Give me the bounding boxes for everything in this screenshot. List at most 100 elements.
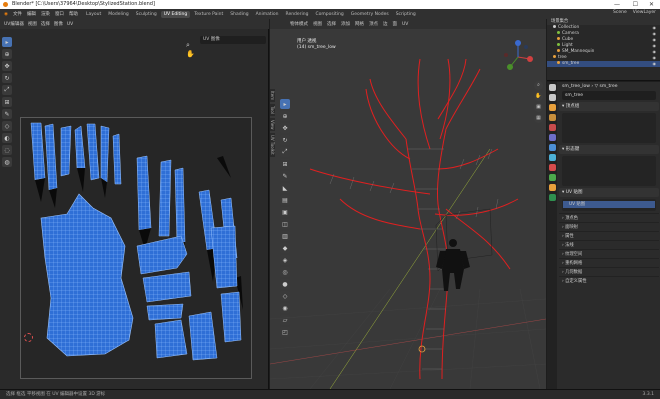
collapsed-panel[interactable]: › 面映射: [559, 222, 659, 231]
properties-tab-icon[interactable]: [549, 184, 556, 191]
rotate-tool-icon[interactable]: ↻: [2, 73, 12, 83]
transform-tool-icon[interactable]: ⊞: [2, 97, 12, 107]
collapsed-panel[interactable]: › 纹理空间: [559, 249, 659, 258]
collapsed-panel[interactable]: › 属性: [559, 231, 659, 240]
outliner-item-label: tree: [558, 55, 567, 60]
object-type-icon: [557, 61, 560, 64]
object-type-icon: [553, 55, 556, 58]
mesh-name-field[interactable]: sm_tree: [562, 91, 656, 100]
properties-tab-icon[interactable]: [549, 134, 556, 141]
uv-map-item[interactable]: UV 贴图: [563, 201, 655, 208]
tab-geometry-nodes[interactable]: Geometry Nodes: [348, 11, 392, 18]
outliner-rows: Collection ◉ Camera ◉ Cube ◉ Light ◉ SM_Mannequi…: [547, 25, 660, 67]
viewlayer-selector[interactable]: ViewLayer: [633, 10, 656, 15]
uv-canvas[interactable]: [20, 117, 252, 379]
blender-menu-icon[interactable]: ◉: [4, 12, 8, 17]
scene-selector[interactable]: Scene: [613, 10, 627, 15]
menu-edit[interactable]: 编辑: [27, 11, 36, 17]
tab-shading[interactable]: Shading: [227, 11, 251, 18]
properties-tab-icon[interactable]: [549, 164, 556, 171]
uv-maps-list[interactable]: UV 贴图: [562, 199, 656, 211]
tab-compositing[interactable]: Compositing: [313, 11, 347, 18]
menu-render[interactable]: 渲染: [41, 11, 50, 17]
3d-viewport[interactable]: 物体模式 视图 选择 添加 网格 顶点 边 面 UV 用户 透视 (14) sm…: [270, 19, 546, 389]
vp-grid-icon[interactable]: ▦: [534, 114, 543, 123]
properties-tab-icon[interactable]: [549, 104, 556, 111]
cursor-tool-icon[interactable]: ⊕: [2, 49, 12, 59]
uv-island-trunk: [40, 193, 134, 357]
select-tool-icon[interactable]: ▸: [2, 37, 12, 47]
uv-nav-icons: ⌕ ✋: [186, 41, 195, 58]
tab-scripting[interactable]: Scripting: [393, 11, 419, 18]
tab-texture-paint[interactable]: Texture Paint: [191, 11, 226, 18]
uv-menu-uv[interactable]: UV: [67, 22, 73, 27]
status-bar: 选择 框选 平移视图 在 UV 编辑器中设置 3D 游标 3.3.1: [0, 389, 660, 399]
grab-tool-icon[interactable]: ◐: [2, 133, 12, 143]
rip-tool-icon[interactable]: ◇: [2, 121, 12, 131]
properties-tab-icon[interactable]: [549, 194, 556, 201]
minimize-button[interactable]: —: [614, 0, 620, 9]
tab-animation[interactable]: Animation: [253, 11, 282, 18]
vertex-groups-list[interactable]: [562, 113, 656, 143]
properties-tab-icon[interactable]: [549, 94, 556, 101]
uv-menu-image[interactable]: 图像: [54, 21, 63, 27]
uv-island-branch-e: [188, 311, 218, 361]
navigation-gizmo[interactable]: [498, 37, 538, 77]
panel-shape-keys[interactable]: ▾ 形态键: [559, 145, 659, 154]
menu-help[interactable]: 帮助: [69, 11, 78, 17]
move-tool-icon[interactable]: ✥: [2, 61, 12, 71]
zoom-icon[interactable]: ⌕: [186, 41, 195, 50]
uv-image-selector[interactable]: UV 图像: [200, 36, 266, 44]
shape-keys-list[interactable]: [562, 156, 656, 186]
outliner-item-label: Cube: [562, 37, 574, 42]
uv-editor-header: UV编辑器 视图 选择 图像 UV: [0, 19, 269, 29]
uv-menu-select[interactable]: 选择: [41, 21, 50, 27]
object-type-icon: [557, 31, 560, 34]
uv-toolbar: ▸ ⊕ ✥ ↻ ⤢ ⊞ ✎ ◇ ◐ ◌ ◍: [2, 37, 14, 169]
panel-vertex-groups[interactable]: ▾ 顶点组: [559, 102, 659, 111]
properties-tab-icon[interactable]: [549, 84, 556, 91]
uv-editor-area[interactable]: UV编辑器 视图 选择 图像 UV UV 图像 ⌕ ✋ ▸ ⊕ ✥ ↻ ⤢ ⊞ …: [0, 19, 269, 389]
menu-file[interactable]: 文件: [13, 11, 22, 17]
vp-camera-icon[interactable]: ▣: [534, 103, 543, 112]
pinch-tool-icon[interactable]: ◍: [2, 157, 12, 167]
collapsed-panel[interactable]: › 几何数据: [559, 267, 659, 276]
properties-tab-icon[interactable]: [549, 154, 556, 161]
object-type-icon: [557, 37, 560, 40]
menu-window[interactable]: 窗口: [55, 11, 64, 17]
properties-tab-icon[interactable]: [549, 114, 556, 121]
tree-mesh-outline: [309, 58, 519, 380]
tab-sculpting[interactable]: Sculpting: [133, 11, 160, 18]
outliner-item[interactable]: sm_tree ◉: [547, 61, 660, 67]
hand-pan-icon[interactable]: ✋: [186, 50, 195, 58]
uv-islands-drawing: [30, 122, 243, 361]
close-button[interactable]: ✕: [649, 0, 654, 9]
collapsed-panel[interactable]: › 自定义属性: [559, 276, 659, 285]
panel-uv-maps[interactable]: ▾ UV 贴图: [559, 188, 659, 197]
vp-pan-icon[interactable]: ✋: [534, 92, 543, 101]
properties-editor[interactable]: sm_tree_low › ▽ sm_tree sm_tree ▾ 顶点组 ▾ …: [547, 82, 660, 389]
outliner-panel[interactable]: 场景集合 Collection ◉ Camera ◉ Cube ◉ Light ◉ SM_Man…: [547, 19, 660, 81]
collapsed-panel[interactable]: › 顶点色: [559, 213, 659, 222]
properties-tab-icon[interactable]: [549, 124, 556, 131]
blender-logo-icon: [3, 2, 8, 7]
annotate-tool-icon[interactable]: ✎: [2, 109, 12, 119]
relax-tool-icon[interactable]: ◌: [2, 145, 12, 155]
tab-rendering[interactable]: Rendering: [283, 11, 312, 18]
collapsed-panel[interactable]: › 法线: [559, 240, 659, 249]
vp-zoom-icon[interactable]: ⌕: [534, 81, 543, 90]
uv-editor-type-button[interactable]: UV编辑器: [4, 21, 24, 27]
maximize-button[interactable]: ☐: [633, 0, 638, 9]
uv-island-branch-g: [220, 291, 242, 343]
visibility-eye-icon[interactable]: ◉: [653, 61, 657, 67]
tab-layout[interactable]: Layout: [83, 11, 104, 18]
collapsed-panel[interactable]: › 重构网格: [559, 258, 659, 267]
tab-uv-editing[interactable]: UV Editing: [160, 10, 191, 18]
uv-menu-view[interactable]: 视图: [28, 21, 37, 27]
scale-tool-icon[interactable]: ⤢: [2, 85, 12, 95]
properties-tab-icon[interactable]: [549, 144, 556, 151]
object-type-icon: [553, 25, 556, 28]
outliner-title: 场景集合: [551, 19, 569, 24]
properties-tab-icon[interactable]: [549, 174, 556, 181]
tab-modeling[interactable]: Modeling: [105, 11, 131, 18]
